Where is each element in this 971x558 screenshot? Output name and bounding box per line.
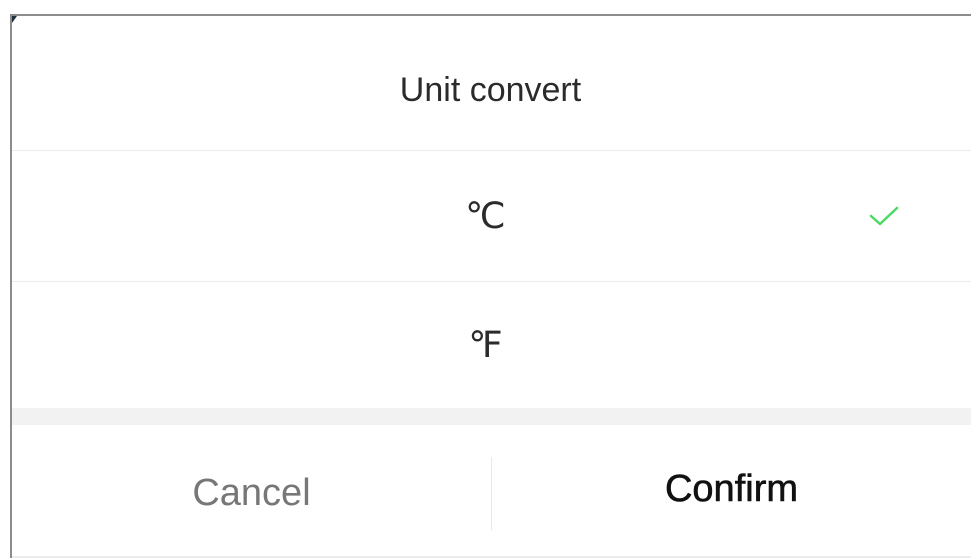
dialog-actions: Cancel Confirm — [12, 425, 971, 558]
option-fahrenheit-label: ℉ — [468, 324, 503, 365]
dialog-title: Unit convert — [399, 70, 582, 109]
unit-convert-dialog: Unit convert ℃ ℉ Cancel Confirm — [12, 16, 971, 558]
checkmark-icon — [869, 206, 899, 226]
actions-separator — [12, 408, 971, 425]
confirm-button[interactable]: Confirm — [492, 425, 971, 558]
option-celsius[interactable]: ℃ — [12, 151, 971, 282]
cancel-button[interactable]: Cancel — [12, 457, 492, 530]
option-celsius-label: ℃ — [465, 195, 506, 236]
corner-marker — [12, 16, 17, 23]
dialog-header: Unit convert — [12, 16, 971, 151]
screenshot-frame: Unit convert ℃ ℉ Cancel Confirm — [0, 0, 971, 558]
option-fahrenheit[interactable]: ℉ — [12, 282, 971, 408]
